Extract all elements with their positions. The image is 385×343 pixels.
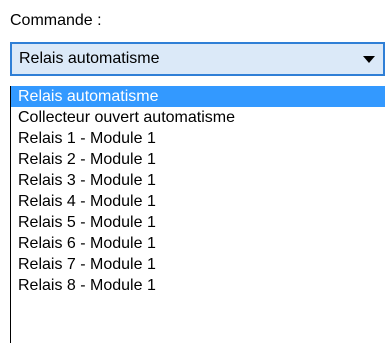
- dropdown-option-relais-5[interactable]: Relais 5 - Module 1: [11, 212, 385, 233]
- chevron-down-icon[interactable]: [363, 56, 375, 63]
- dropdown-option-relais-6[interactable]: Relais 6 - Module 1: [11, 233, 385, 254]
- command-dropdown-list: Relais automatisme Collecteur ouvert aut…: [10, 86, 385, 343]
- dropdown-option-relais-8[interactable]: Relais 8 - Module 1: [11, 275, 385, 296]
- command-panel: Commande : Relais automatisme Relais aut…: [0, 0, 385, 343]
- dropdown-option-relais-2[interactable]: Relais 2 - Module 1: [11, 149, 385, 170]
- command-select-value: Relais automatisme: [19, 50, 160, 67]
- dropdown-option-relais-3[interactable]: Relais 3 - Module 1: [11, 170, 385, 191]
- dropdown-option-collecteur-ouvert[interactable]: Collecteur ouvert automatisme: [11, 107, 385, 128]
- dropdown-option-relais-7[interactable]: Relais 7 - Module 1: [11, 254, 385, 275]
- dropdown-option-relais-1[interactable]: Relais 1 - Module 1: [11, 128, 385, 149]
- dropdown-option-relais-4[interactable]: Relais 4 - Module 1: [11, 191, 385, 212]
- dropdown-option-relais-automatisme[interactable]: Relais automatisme: [11, 86, 385, 107]
- command-label: Commande :: [10, 12, 102, 29]
- command-select[interactable]: Relais automatisme: [10, 42, 385, 76]
